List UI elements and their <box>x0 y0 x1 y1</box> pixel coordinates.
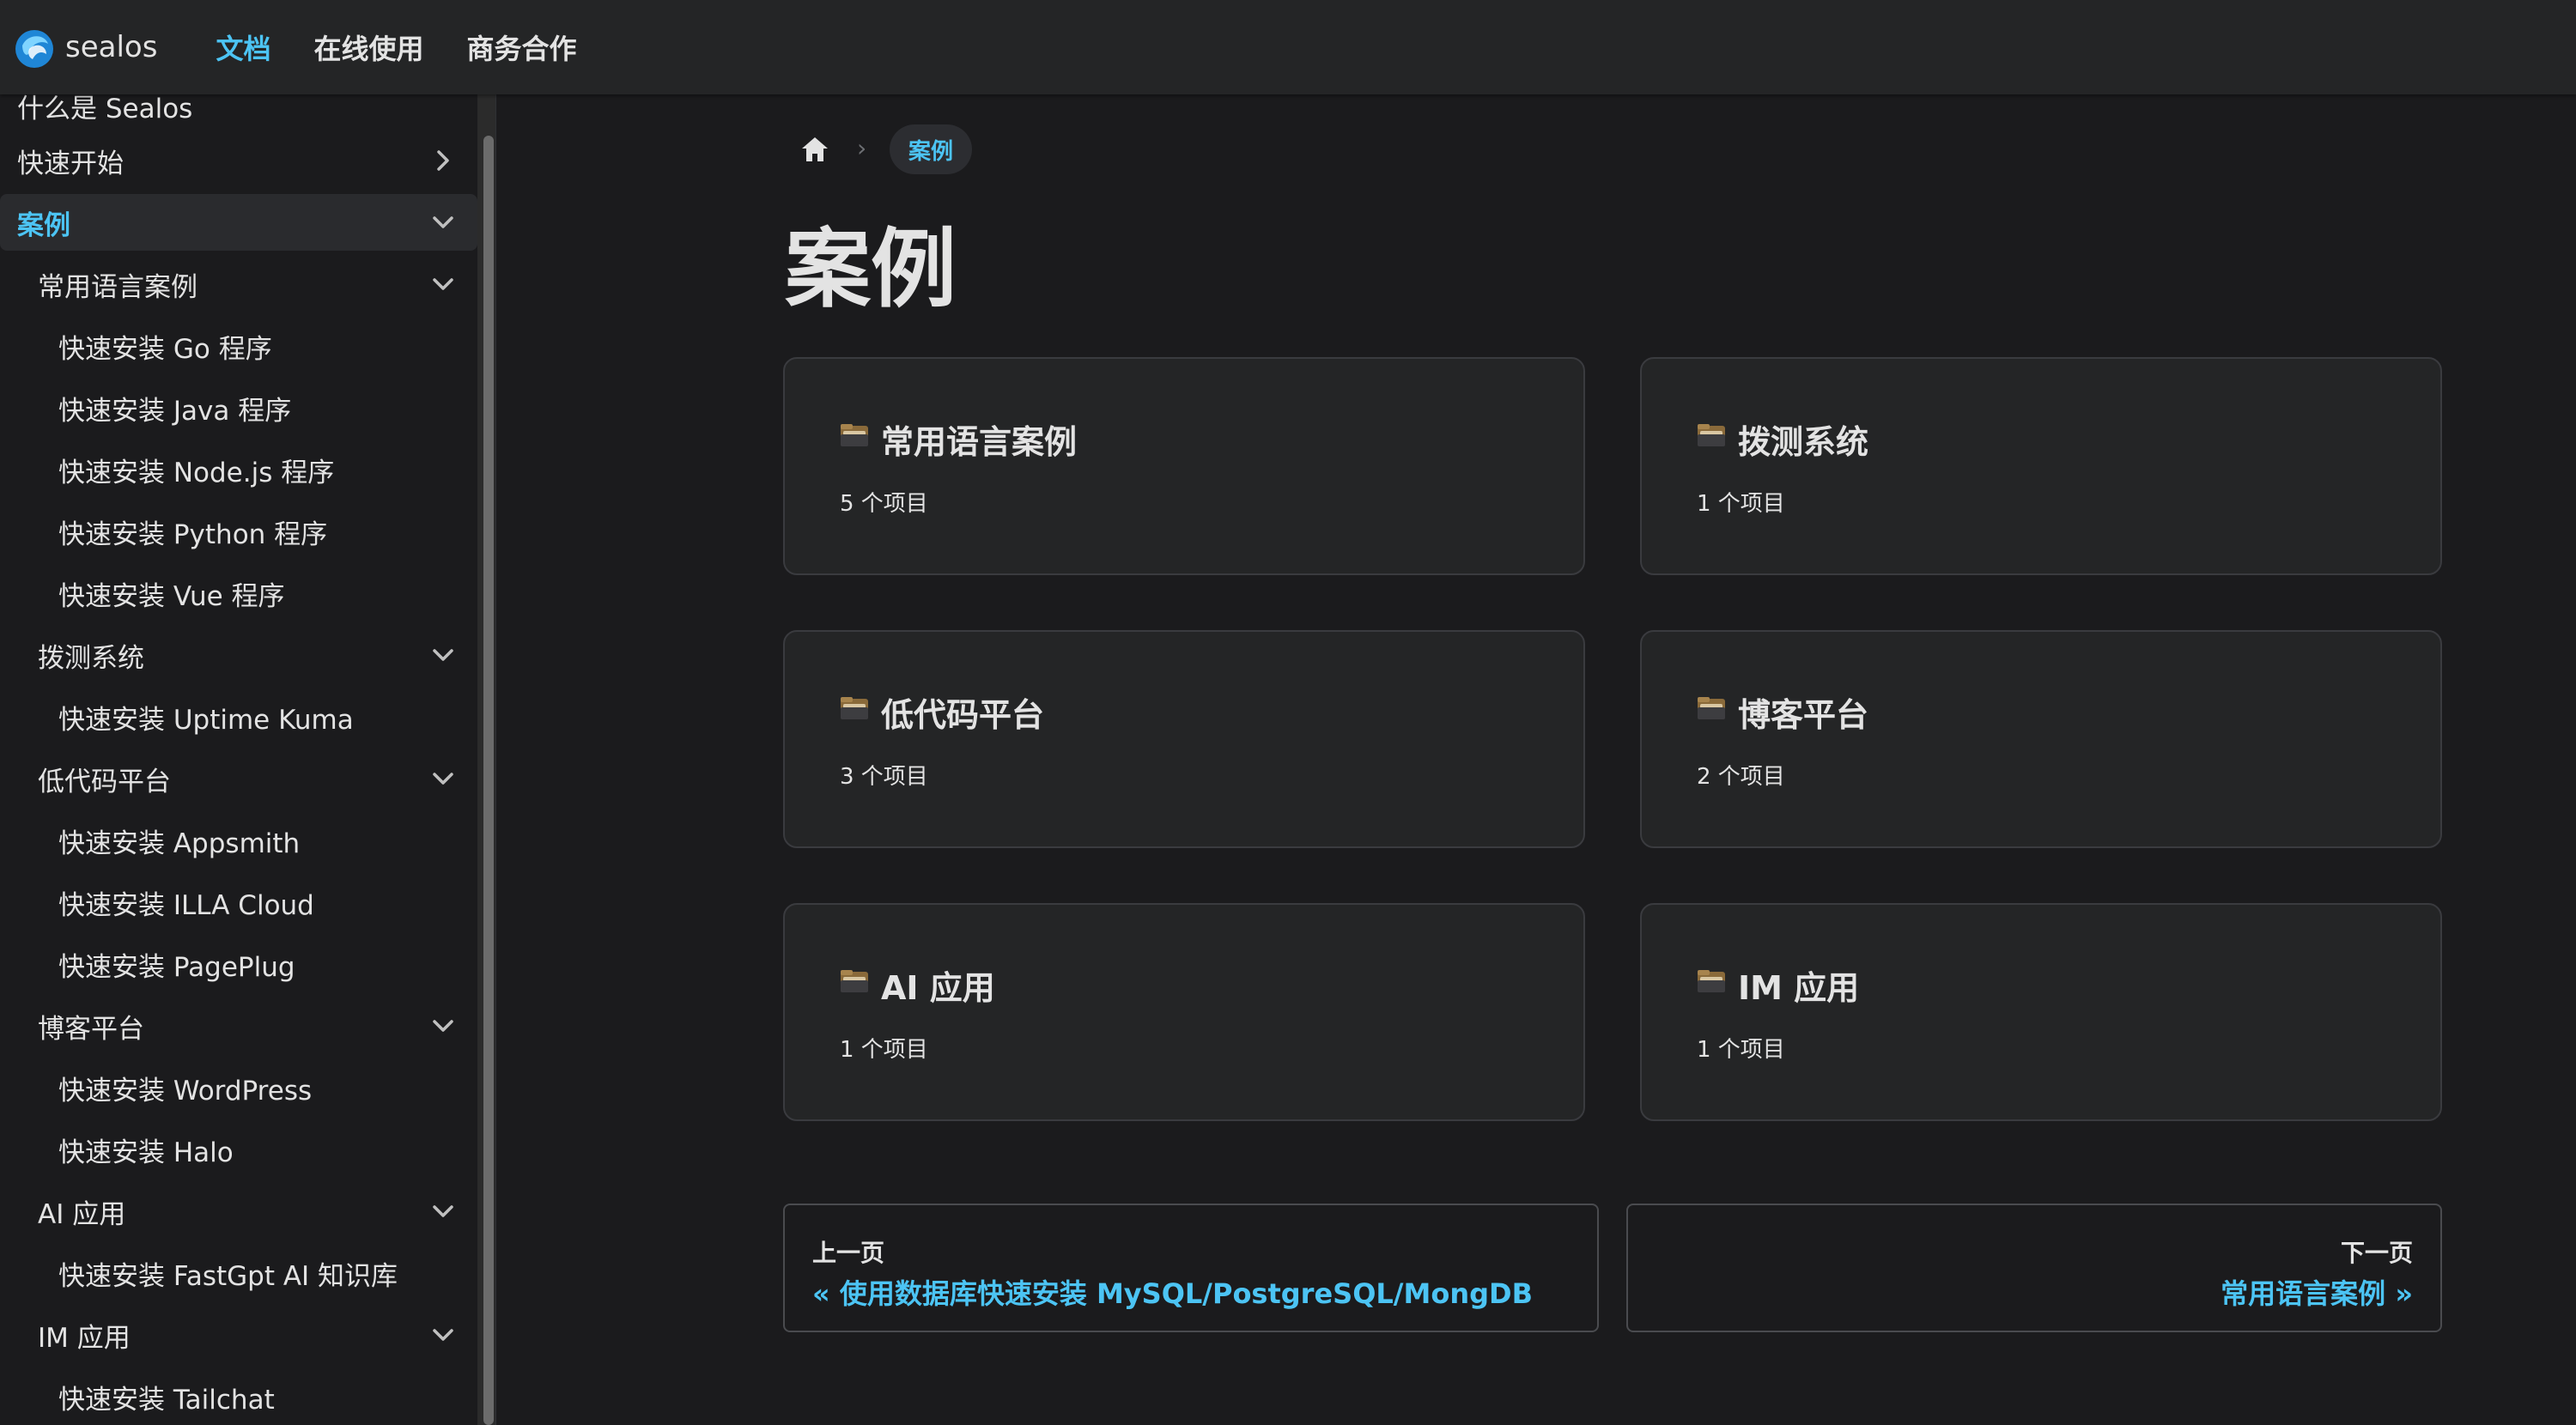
sidebar-scrollbar-thumb[interactable] <box>483 136 494 1425</box>
sidebar-item-ai[interactable]: AI 应用 <box>0 1183 477 1240</box>
sidebar-item-label: 快速安装 Python 程序 <box>58 518 328 550</box>
sidebar-item-illa-cloud[interactable]: 快速安装 ILLA Cloud <box>0 874 477 931</box>
logo[interactable]: sealos <box>10 23 157 71</box>
card-count: 5 个项目 <box>840 491 928 517</box>
card-title: 常用语言案例 <box>881 423 1078 461</box>
sidebar-item-label: 快速安装 Vue 程序 <box>58 580 285 612</box>
card-count: 1 个项目 <box>840 1037 928 1063</box>
sidebar-item-im[interactable]: IM 应用 <box>0 1307 477 1363</box>
sealos-logo-icon <box>15 30 53 68</box>
sidebar-item-label: 什么是 Sealos <box>17 94 193 124</box>
sidebar-item-wordpress[interactable]: 快速安装 WordPress <box>0 1059 477 1116</box>
sidebar-item-nodejs[interactable]: 快速安装 Node.js 程序 <box>0 441 477 498</box>
logo-text: sealos <box>65 30 158 64</box>
breadcrumb-current: 案例 <box>890 124 973 174</box>
category-card[interactable]: 常用语言案例 5 个项目 <box>783 357 1585 575</box>
sidebar-item-label: 拨测系统 <box>38 642 144 674</box>
sidebar-item-vue[interactable]: 快速安装 Vue 程序 <box>0 565 477 622</box>
sidebar-item-label: 快速安装 Appsmith <box>58 828 301 859</box>
pagination-next-label: 常用语言案例 » <box>2221 1277 2413 1310</box>
category-card[interactable]: IM 应用 1 个项目 <box>1640 903 2442 1121</box>
sidebar-item-label: IM 应用 <box>38 1322 131 1354</box>
home-icon[interactable] <box>799 134 831 165</box>
sidebar-item-label: 常用语言案例 <box>38 271 197 303</box>
card-title: 低代码平台 <box>881 696 1045 734</box>
pagination-next-sublabel: 下一页 <box>2340 1239 2413 1267</box>
sidebar-item-tailchat[interactable]: 快速安装 Tailchat <box>0 1368 477 1425</box>
card-count: 1 个项目 <box>1697 1037 1785 1063</box>
sidebar-item-label: 博客平台 <box>38 1013 144 1045</box>
category-card[interactable]: 拨测系统 1 个项目 <box>1640 357 2442 575</box>
sidebar: 什么是 Sealos 快速开始 案例 常用语言案例 快速安装 Go 程序 快速安… <box>0 94 496 1425</box>
card-count: 3 个项目 <box>840 764 928 790</box>
sidebar-item-label: 快速安装 Halo <box>58 1137 234 1168</box>
sidebar-item-java[interactable]: 快速安装 Java 程序 <box>0 379 477 436</box>
sidebar-item-label: 快速安装 Tailchat <box>58 1384 275 1416</box>
chevron-down-icon[interactable] <box>429 765 457 792</box>
sidebar-item-cases[interactable]: 案例 <box>0 194 477 251</box>
chevron-down-icon[interactable] <box>429 1198 457 1225</box>
sidebar-item-monitoring[interactable]: 拨测系统 <box>0 627 477 683</box>
sidebar-item-languages[interactable]: 常用语言案例 <box>0 256 477 312</box>
page-title: 案例 <box>785 219 957 319</box>
pagination-prev[interactable]: 上一页 « 使用数据库快速安装 MySQL/PostgreSQL/MongDB <box>783 1204 1599 1332</box>
card-title: 拨测系统 <box>1738 423 1869 461</box>
card-title: 博客平台 <box>1738 696 1869 734</box>
chevron-down-icon[interactable] <box>429 1012 457 1040</box>
breadcrumb-separator: › <box>857 134 867 162</box>
sidebar-item-label: 快速安装 Uptime Kuma <box>58 704 354 736</box>
folder-icon <box>1698 970 1725 992</box>
folder-icon <box>841 970 868 992</box>
sidebar-item-uptime-kuma[interactable]: 快速安装 Uptime Kuma <box>0 688 477 745</box>
chevron-down-icon[interactable] <box>429 1321 457 1349</box>
card-title: AI 应用 <box>881 969 995 1007</box>
sidebar-item-python[interactable]: 快速安装 Python 程序 <box>0 503 477 560</box>
navbar: sealos 文档 在线使用 商务合作 <box>0 0 2576 94</box>
sidebar-item-appsmith[interactable]: 快速安装 Appsmith <box>0 812 477 869</box>
chevron-down-icon[interactable] <box>429 209 457 236</box>
sidebar-item-label: 快速安装 Java 程序 <box>58 395 292 427</box>
sidebar-item-label: 案例 <box>17 209 70 241</box>
sidebar-item-label: 快速安装 Node.js 程序 <box>58 457 335 488</box>
sidebar-item-label: 快速安装 Go 程序 <box>58 333 272 365</box>
sidebar-item-quick-start[interactable]: 快速开始 <box>0 132 477 189</box>
folder-icon <box>841 697 868 719</box>
sidebar-item-pageplug[interactable]: 快速安装 PagePlug <box>0 936 477 992</box>
sidebar-item-lowcode[interactable]: 低代码平台 <box>0 750 477 807</box>
chevron-right-icon[interactable] <box>429 147 457 174</box>
card-count: 2 个项目 <box>1697 764 1785 790</box>
sidebar-item-label: 快速安装 FastGpt AI 知识库 <box>58 1260 398 1292</box>
sidebar-item-what-is-sealos[interactable]: 什么是 Sealos <box>0 94 477 134</box>
sidebar-item-label: 快速开始 <box>17 148 124 179</box>
nav-online[interactable]: 在线使用 <box>313 27 423 67</box>
sidebar-item-label: 快速安装 WordPress <box>58 1075 313 1107</box>
sidebar-item-label: 快速安装 ILLA Cloud <box>58 889 314 921</box>
pagination-prev-sublabel: 上一页 <box>812 1239 885 1267</box>
sidebar-item-label: AI 应用 <box>38 1198 126 1230</box>
sidebar-item-halo[interactable]: 快速安装 Halo <box>0 1121 477 1178</box>
card-count: 1 个项目 <box>1697 491 1785 517</box>
sidebar-item-blog[interactable]: 博客平台 <box>0 998 477 1054</box>
chevron-down-icon[interactable] <box>429 641 457 669</box>
sidebar-item-label: 低代码平台 <box>38 766 171 797</box>
pagination-next[interactable]: 下一页 常用语言案例 » <box>1626 1204 2442 1332</box>
folder-icon <box>1698 697 1725 719</box>
category-card[interactable]: 博客平台 2 个项目 <box>1640 630 2442 848</box>
breadcrumb-current-label: 案例 <box>908 138 954 165</box>
pagination-prev-label: « 使用数据库快速安装 MySQL/PostgreSQL/MongDB <box>812 1277 1533 1310</box>
folder-icon <box>841 424 868 446</box>
nav-docs[interactable]: 文档 <box>216 27 270 67</box>
chevron-down-icon[interactable] <box>429 270 457 298</box>
sidebar-item-label: 快速安装 PagePlug <box>58 951 295 983</box>
category-card[interactable]: AI 应用 1 个项目 <box>783 903 1585 1121</box>
nav-business[interactable]: 商务合作 <box>466 27 576 67</box>
sidebar-item-fastgpt[interactable]: 快速安装 FastGpt AI 知识库 <box>0 1245 477 1301</box>
sidebar-item-go[interactable]: 快速安装 Go 程序 <box>0 318 477 374</box>
card-title: IM 应用 <box>1738 969 1860 1007</box>
category-card[interactable]: 低代码平台 3 个项目 <box>783 630 1585 848</box>
folder-icon <box>1698 424 1725 446</box>
